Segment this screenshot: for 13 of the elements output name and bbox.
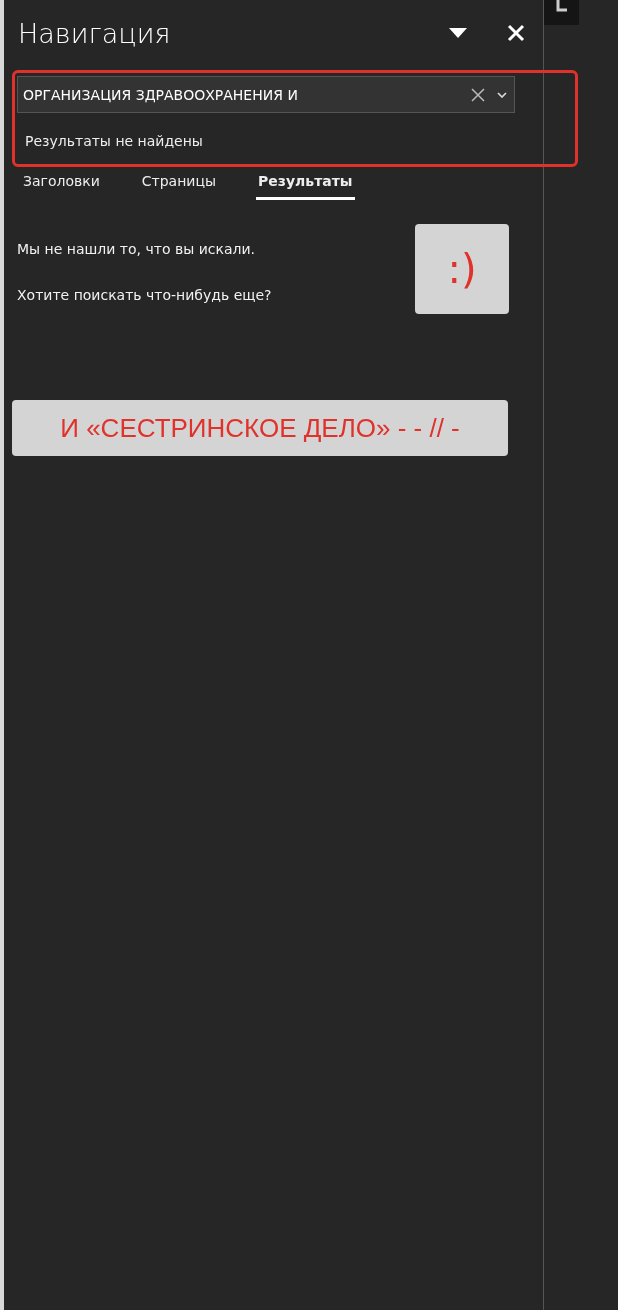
tab[interactable]: Заголовки — [21, 169, 102, 200]
chevron-down-icon[interactable] — [497, 91, 507, 98]
message-text: Мы не нашли то, что вы искали. — [17, 241, 256, 257]
emoticon-sticker: :) — [415, 224, 509, 314]
corner-icon — [544, 0, 579, 25]
message-text: Хотите поискать что-нибудь еще? — [17, 287, 273, 303]
panel-title: Навигация — [18, 17, 172, 49]
banner-label: И «СЕСТРИНСКОЕ ДЕЛО» - - // - — [12, 400, 508, 456]
tab[interactable]: Страницы — [139, 169, 219, 200]
search-status: Результаты не найдены — [25, 133, 204, 151]
tab[interactable]: Результаты — [256, 169, 355, 200]
search-field[interactable]: ОРГАНИЗАЦИЯ ЗДРАВООХРАНЕНИЯ И — [17, 76, 515, 113]
clear-icon[interactable] — [471, 87, 485, 102]
